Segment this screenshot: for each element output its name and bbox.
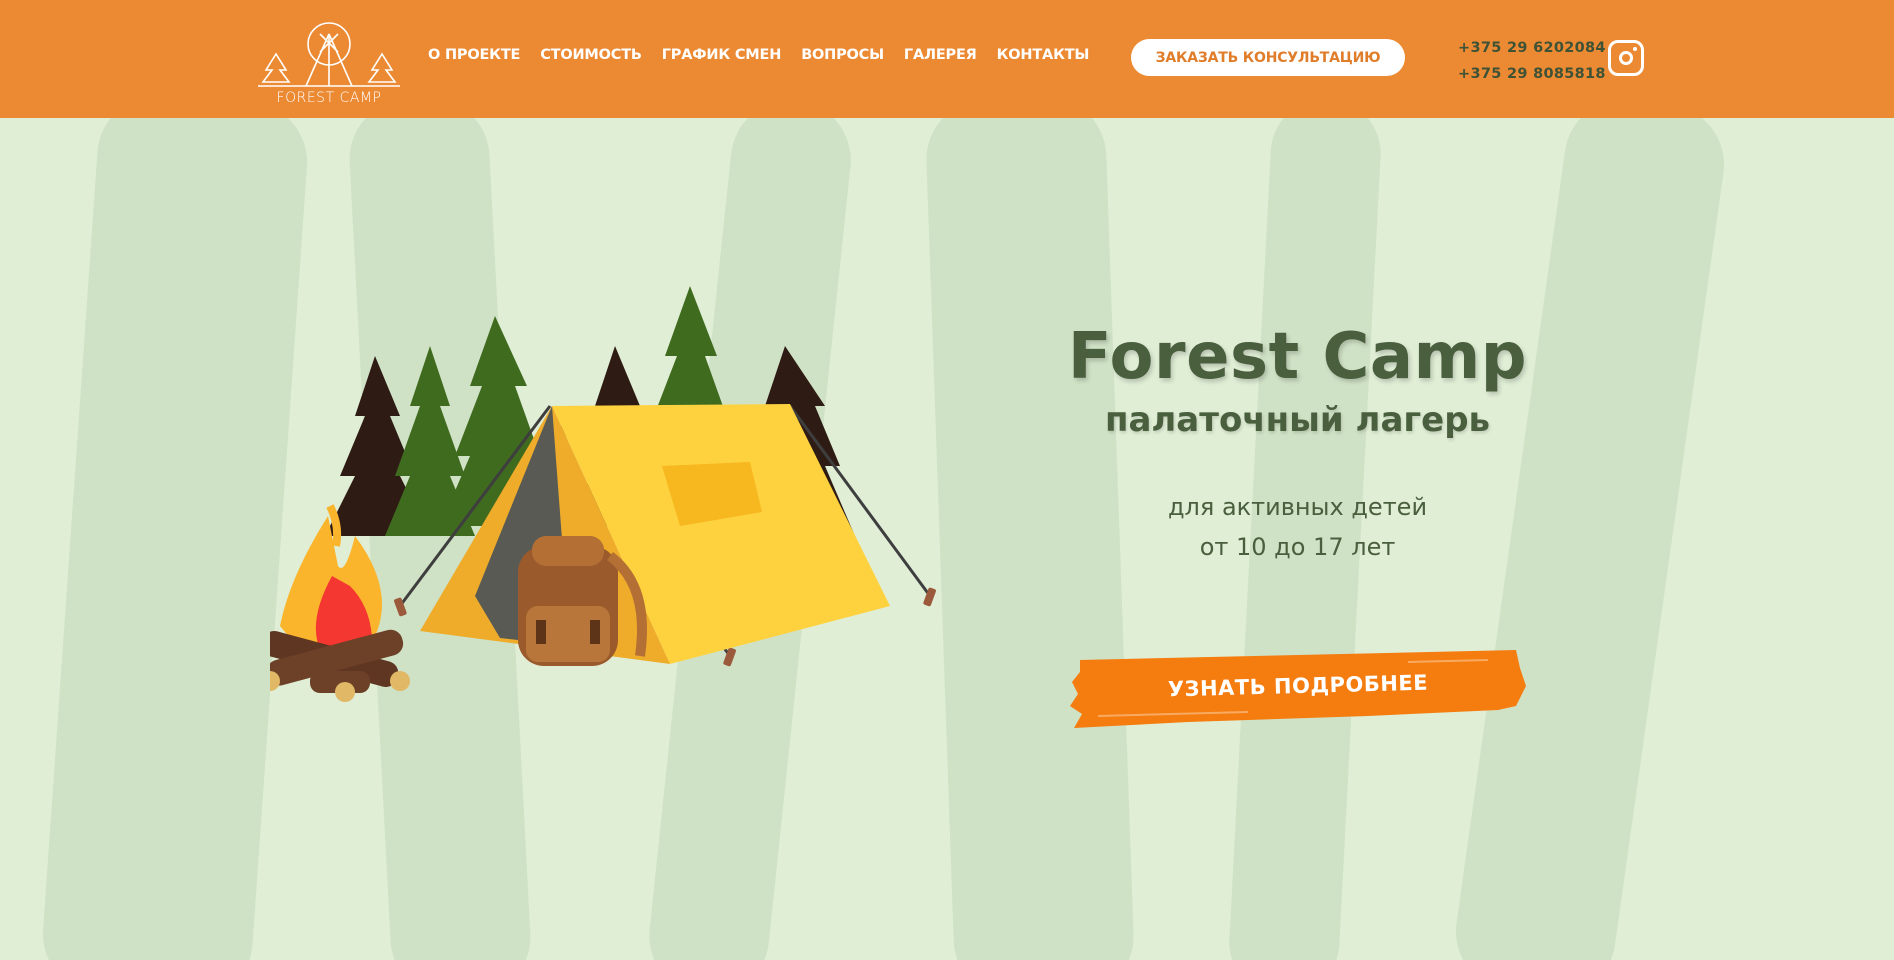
nav-item-price[interactable]: СТОИМОСТЬ [540,47,642,63]
logo-text: FOREST CAMP [276,90,382,106]
nav-item-gallery[interactable]: ГАЛЕРЕЯ [904,47,977,63]
learn-more-button[interactable]: УЗНАТЬ ПОДРОБНЕЕ [1068,646,1528,732]
instagram-lens [1619,51,1633,65]
hero-subtitle: палаточный лагерь [1104,400,1491,440]
phone-link-2[interactable]: +375 29 8085818 [1458,61,1606,87]
nav-item-questions[interactable]: ВОПРОСЫ [801,47,884,63]
phone-link-1[interactable]: +375 29 6202084 [1458,35,1606,61]
nav-item-about[interactable]: О ПРОЕКТЕ [428,47,520,63]
nav-item-schedule[interactable]: ГРАФИК СМЕН [662,47,782,63]
order-consultation-button[interactable]: ЗАКАЗАТЬ КОНСУЛЬТАЦИЮ [1131,39,1405,76]
main-nav: О ПРОЕКТЕ СТОИМОСТЬ ГРАФИК СМЕН ВОПРОСЫ … [428,47,1109,63]
hero-tagline: для активных детей от 10 до 17 лет [1040,487,1555,567]
instagram-dot [1633,47,1637,51]
logo[interactable]: FOREST CAMP [258,14,400,108]
hero-title: Forest Camp [1067,320,1528,394]
phone-list: +375 29 6202084 +375 29 8085818 [1458,35,1606,87]
tagline-line-1: для активных детей [1167,493,1428,521]
nav-item-contacts[interactable]: КОНТАКТЫ [997,47,1090,63]
tagline-line-2: от 10 до 17 лет [1199,533,1396,561]
instagram-icon[interactable] [1608,40,1644,76]
camp-illustration [270,286,936,702]
site-header: FOREST CAMP О ПРОЕКТЕ СТОИМОСТЬ ГРАФИК С… [0,0,1894,118]
logo-icon [258,22,400,87]
